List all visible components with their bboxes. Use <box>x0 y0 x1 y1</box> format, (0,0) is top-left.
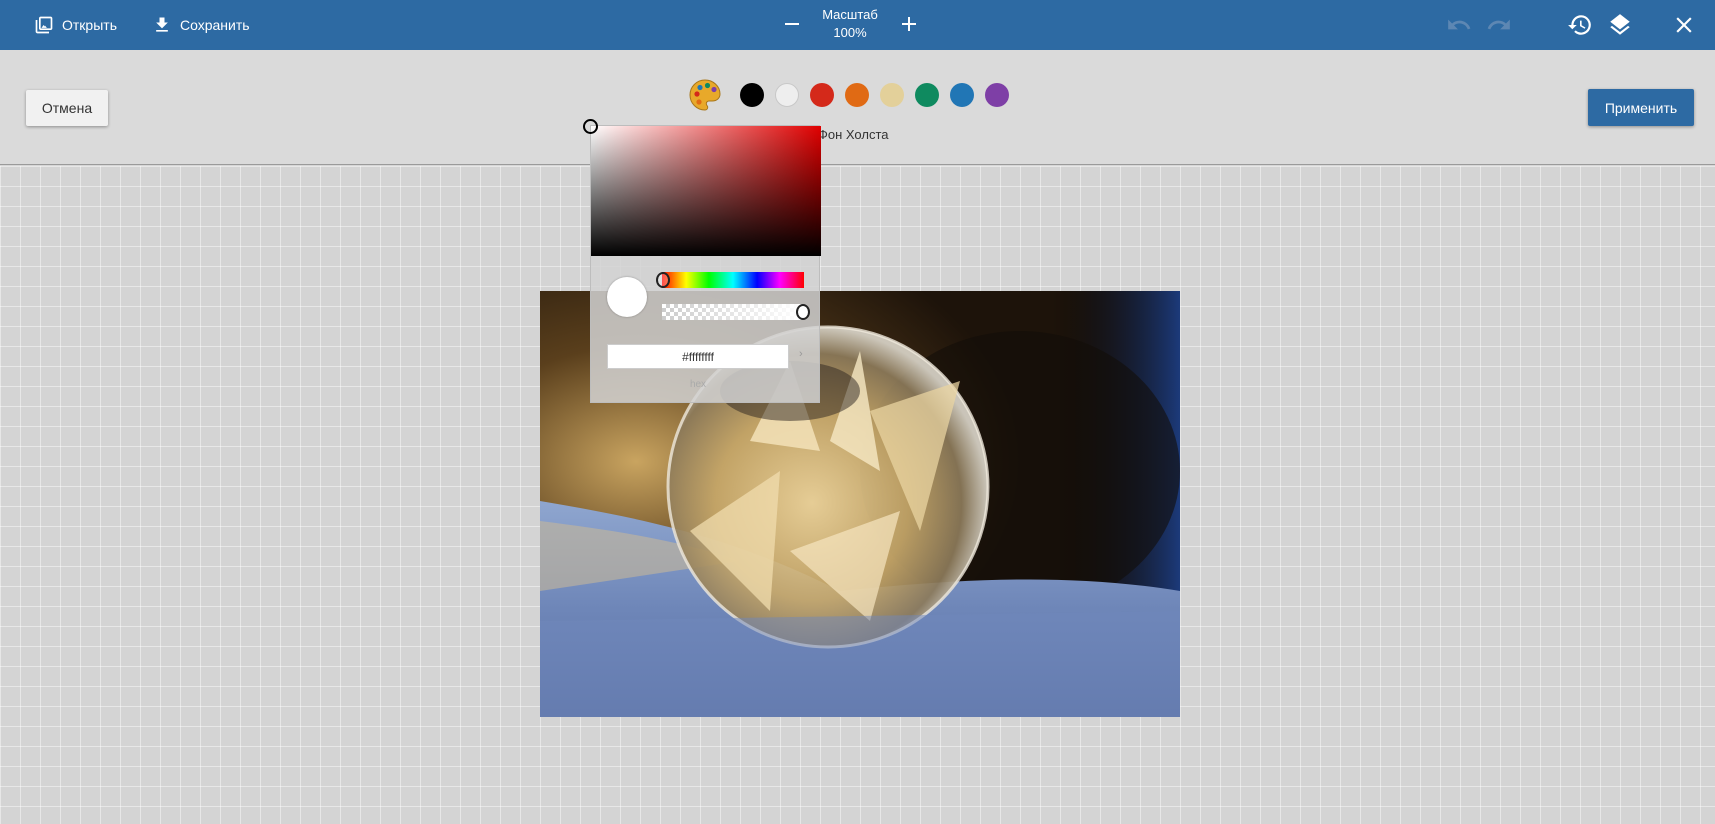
cancel-button[interactable]: Отмена <box>26 90 108 126</box>
layers-button[interactable] <box>1607 12 1633 38</box>
swatch-black[interactable] <box>740 83 764 107</box>
apply-button[interactable]: Применить <box>1588 89 1694 126</box>
format-toggle-icon[interactable]: › <box>799 348 803 360</box>
undo-icon <box>1448 19 1471 30</box>
hex-label: hex <box>689 379 707 390</box>
hex-input[interactable] <box>607 344 789 369</box>
open-button[interactable]: Открыть <box>34 0 117 50</box>
save-button[interactable]: Сохранить <box>152 0 250 50</box>
zoom-out-button[interactable] <box>780 12 804 36</box>
swatch-orange[interactable] <box>845 83 869 107</box>
zoom-value: 100% <box>833 25 867 40</box>
swatch-purple[interactable] <box>985 83 1009 107</box>
palette-icon[interactable] <box>688 78 722 112</box>
hue-slider[interactable] <box>656 272 804 288</box>
swatch-red[interactable] <box>810 83 834 107</box>
color-picker: › hex <box>583 119 821 403</box>
zoom-title: Масштаб <box>822 7 878 22</box>
download-icon <box>156 17 168 32</box>
open-label: Открыть <box>62 17 117 33</box>
color-preview <box>607 277 647 317</box>
top-bar: Открыть Сохранить Масштаб 100% <box>0 0 1715 50</box>
swatch-beige[interactable] <box>880 83 904 107</box>
swatch-green[interactable] <box>915 83 939 107</box>
layers-icon <box>1610 14 1630 35</box>
zoom-in-button[interactable] <box>897 12 921 36</box>
saturation-handle[interactable] <box>583 119 598 134</box>
history-icon <box>1568 15 1591 35</box>
swatch-blue[interactable] <box>950 83 974 107</box>
alpha-handle[interactable] <box>796 304 810 320</box>
minus-icon <box>785 23 799 25</box>
saturation-value-area[interactable] <box>583 119 821 256</box>
canvas-background-label: Фон Холста <box>818 127 889 142</box>
redo-button[interactable] <box>1486 12 1512 38</box>
history-button[interactable] <box>1567 12 1593 38</box>
close-icon <box>1676 17 1692 33</box>
tool-options-bar: Отмена Применить <box>0 50 1715 165</box>
swatch-white[interactable] <box>775 83 799 107</box>
alpha-slider[interactable] <box>662 304 810 320</box>
close-button[interactable] <box>1671 12 1697 38</box>
undo-button[interactable] <box>1446 12 1472 38</box>
save-label: Сохранить <box>180 17 250 33</box>
image-icon <box>35 16 53 34</box>
hue-handle[interactable] <box>656 272 670 288</box>
zoom-display: Масштаб 100% <box>820 0 880 50</box>
plus-icon <box>902 17 916 31</box>
redo-icon <box>1487 19 1510 30</box>
